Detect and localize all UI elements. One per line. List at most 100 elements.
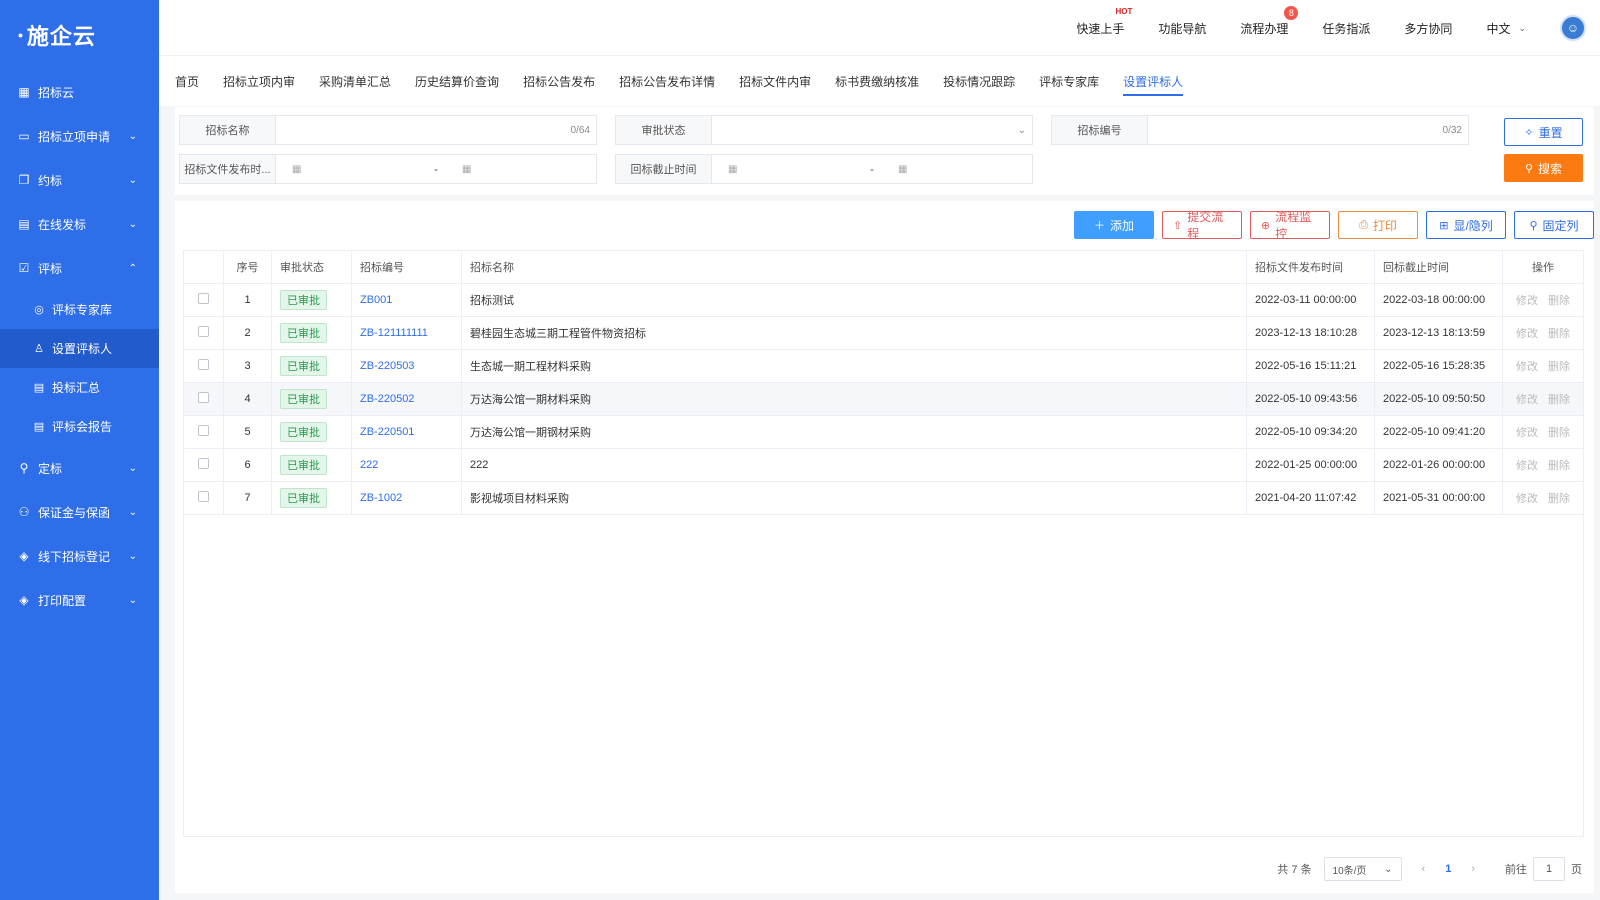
tab-fee-approval[interactable]: 标书费缴纳核准 (835, 56, 919, 106)
column-header: 回标截止时间 (1374, 250, 1503, 284)
deadline-end-date[interactable]: ▦ (882, 155, 1032, 183)
sidebar-subitem-bid-summary[interactable]: ▤ 投标汇总 (0, 368, 159, 407)
tab-expert-library[interactable]: 评标专家库 (1039, 56, 1099, 106)
edit-link[interactable]: 修改 (1516, 460, 1538, 472)
status-badge: 已审批 (280, 323, 327, 343)
header-process[interactable]: 流程办理 8 (1240, 5, 1299, 37)
delete-link[interactable]: 删除 (1548, 427, 1570, 439)
tender-code-input[interactable]: 0/32 (1148, 116, 1468, 144)
submit-process-button[interactable]: ⇧ 提交流程 (1162, 210, 1242, 241)
language-select[interactable]: 中文 ⌄ (1486, 20, 1526, 37)
tender-code-link[interactable]: ZB-220503 (360, 360, 414, 372)
row-checkbox[interactable] (198, 425, 209, 436)
field-label: 审批状态 (616, 116, 712, 144)
table-row[interactable]: 7 已审批 ZB-1002 影视城项目材料采购 2021-04-20 11:07:42 2… (183, 481, 1584, 515)
deadline-start-date[interactable]: ▦ (712, 155, 862, 183)
row-checkbox[interactable] (198, 392, 209, 403)
tender-code-link[interactable]: ZB001 (360, 294, 392, 306)
edit-link[interactable]: 修改 (1516, 493, 1538, 505)
table-row[interactable]: 1 已审批 ZB001 招标测试 2022-03-11 00:00:00 2022-03-… (183, 283, 1584, 317)
table-row[interactable]: 6 已审批 222 222 2022-01-25 00:00:00 2022-01-26 … (183, 448, 1584, 482)
row-checkbox[interactable] (198, 359, 209, 370)
row-checkbox[interactable] (198, 293, 209, 304)
sidebar-subitem-evaluation-report[interactable]: ▤ 评标会报告 (0, 407, 159, 446)
sidebar-item-online-publish[interactable]: ▤ 在线发标 ⌄ (0, 202, 159, 246)
tender-code-link[interactable]: 222 (360, 459, 378, 471)
tender-code-link[interactable]: ZB-220501 (360, 426, 414, 438)
tab-purchase-list[interactable]: 采购清单汇总 (319, 56, 391, 106)
sidebar-item-invite[interactable]: ❐ 约标 ⌄ (0, 158, 159, 202)
search-button[interactable]: ⚲ 搜索 (1504, 154, 1583, 182)
avatar[interactable]: ☺ (1560, 15, 1586, 41)
tender-name-cell: 碧桂园生态城三期工程管件物资招标 (461, 316, 1247, 350)
chevron-down-icon: ⌄ (128, 550, 137, 562)
layers-icon: ◈ (19, 593, 29, 607)
header-quick-start[interactable]: 快速上手 HOT (1076, 7, 1132, 37)
tab-announcement-detail[interactable]: 招标公告发布详情 (619, 56, 715, 106)
delete-link[interactable]: 删除 (1548, 394, 1570, 406)
tender-name-input[interactable]: 0/64 (276, 116, 596, 144)
header-collaboration[interactable]: 多方协同 (1404, 20, 1452, 37)
sidebar-subitem-expert-library[interactable]: ◎ 评标专家库 (0, 290, 159, 329)
sidebar-item-award[interactable]: ⚲ 定标 ⌄ (0, 446, 159, 490)
delete-link[interactable]: 删除 (1548, 328, 1570, 340)
toggle-columns-button[interactable]: ⊞ 显/隐列 (1426, 211, 1506, 239)
row-checkbox[interactable] (198, 458, 209, 469)
tab-history-price[interactable]: 历史结算价查询 (415, 56, 499, 106)
page-size-select[interactable]: 10条/页 ⌄ (1323, 857, 1402, 881)
tender-code-link[interactable]: ZB-121111111 (360, 327, 428, 339)
edit-link[interactable]: 修改 (1516, 295, 1538, 307)
edit-link[interactable]: 修改 (1516, 394, 1538, 406)
sidebar-item-deposit[interactable]: ⚇ 保证金与保函 ⌄ (0, 490, 159, 534)
pin-label: 固定列 (1542, 218, 1579, 233)
tab-set-evaluator[interactable]: 设置评标人 (1123, 56, 1184, 106)
sidebar-item-tender-cloud[interactable]: ▦ 招标云 (0, 70, 159, 114)
table-header-row: 序号 审批状态 招标编号 招标名称 招标文件发布时间 回标截止时间 操作 (183, 250, 1584, 284)
sidebar-item-project-application[interactable]: ▭ 招标立项申请 ⌄ (0, 114, 159, 158)
tab-bid-tracking[interactable]: 投标情况跟踪 (943, 56, 1015, 106)
tab-document-review[interactable]: 招标文件内审 (739, 56, 811, 106)
tender-code-link[interactable]: ZB-1002 (360, 492, 402, 504)
edit-link[interactable]: 修改 (1516, 361, 1538, 373)
delete-link[interactable]: 删除 (1548, 361, 1570, 373)
edit-link[interactable]: 修改 (1516, 427, 1538, 439)
publish-end-date[interactable]: ▦ (446, 155, 596, 183)
sidebar-subitem-set-evaluator[interactable]: ♙ 设置评标人 (0, 329, 159, 368)
row-checkbox[interactable] (198, 491, 209, 502)
header-nav-label: 功能导航 (1158, 21, 1207, 36)
pin-columns-button[interactable]: ⚲ 固定列 (1514, 211, 1594, 239)
tab-home[interactable]: 首页 (175, 56, 199, 106)
delete-link[interactable]: 删除 (1548, 460, 1570, 472)
process-monitor-button[interactable]: ⊕ 流程监控 (1250, 210, 1330, 241)
next-page-icon[interactable]: › (1471, 863, 1475, 875)
publish-start-date[interactable]: ▦ (276, 155, 426, 183)
table-row[interactable]: 2 已审批 ZB-121111111 碧桂园生态城三期工程管件物资招标 2023-12-… (183, 316, 1584, 350)
status-badge: 已审批 (280, 455, 327, 475)
search-icon: ⚲ (1524, 162, 1534, 175)
table-row[interactable]: 3 已审批 ZB-220503 生态城一期工程材料采购 2022-05-16 15:11… (183, 349, 1584, 383)
header-function-nav[interactable]: 功能导航 (1158, 20, 1206, 37)
plus-icon: ＋ (1093, 220, 1105, 232)
table-row[interactable]: 4 已审批 ZB-220502 万达海公馆一期材料采购 2022-05-10 09:43… (183, 382, 1584, 416)
edit-link[interactable]: 修改 (1516, 328, 1538, 340)
tab-announcement[interactable]: 招标公告发布 (523, 56, 595, 106)
sidebar-item-offline-register[interactable]: ◈ 线下招标登记 ⌄ (0, 534, 159, 578)
goto-page-input[interactable]: 1 (1533, 857, 1565, 881)
add-button[interactable]: ＋ 添加 (1074, 211, 1154, 239)
sidebar-item-print-config[interactable]: ◈ 打印配置 ⌄ (0, 578, 159, 622)
table-row[interactable]: 5 已审批 ZB-220501 万达海公馆一期钢材采购 2022-05-10 09:34… (183, 415, 1584, 449)
tender-code-link[interactable]: ZB-220502 (360, 393, 414, 405)
prev-page-icon[interactable]: ‹ (1422, 863, 1426, 875)
approval-status-select[interactable]: ⌄ (712, 116, 1032, 144)
row-checkbox[interactable] (198, 326, 209, 337)
reset-button[interactable]: ✧ 重置 (1504, 118, 1583, 146)
chevron-down-icon: ⌄ (1017, 124, 1026, 136)
page-number[interactable]: 1 (1445, 863, 1451, 875)
delete-link[interactable]: 删除 (1548, 493, 1570, 505)
app-logo[interactable]: • 施企云 (0, 0, 159, 70)
tab-project-review[interactable]: 招标立项内审 (223, 56, 295, 106)
print-button[interactable]: ⎙ 打印 (1338, 211, 1418, 239)
delete-link[interactable]: 删除 (1548, 295, 1570, 307)
header-task-assign[interactable]: 任务指派 (1322, 20, 1370, 37)
sidebar-item-evaluation[interactable]: ☑ 评标 ⌃ (0, 246, 159, 290)
